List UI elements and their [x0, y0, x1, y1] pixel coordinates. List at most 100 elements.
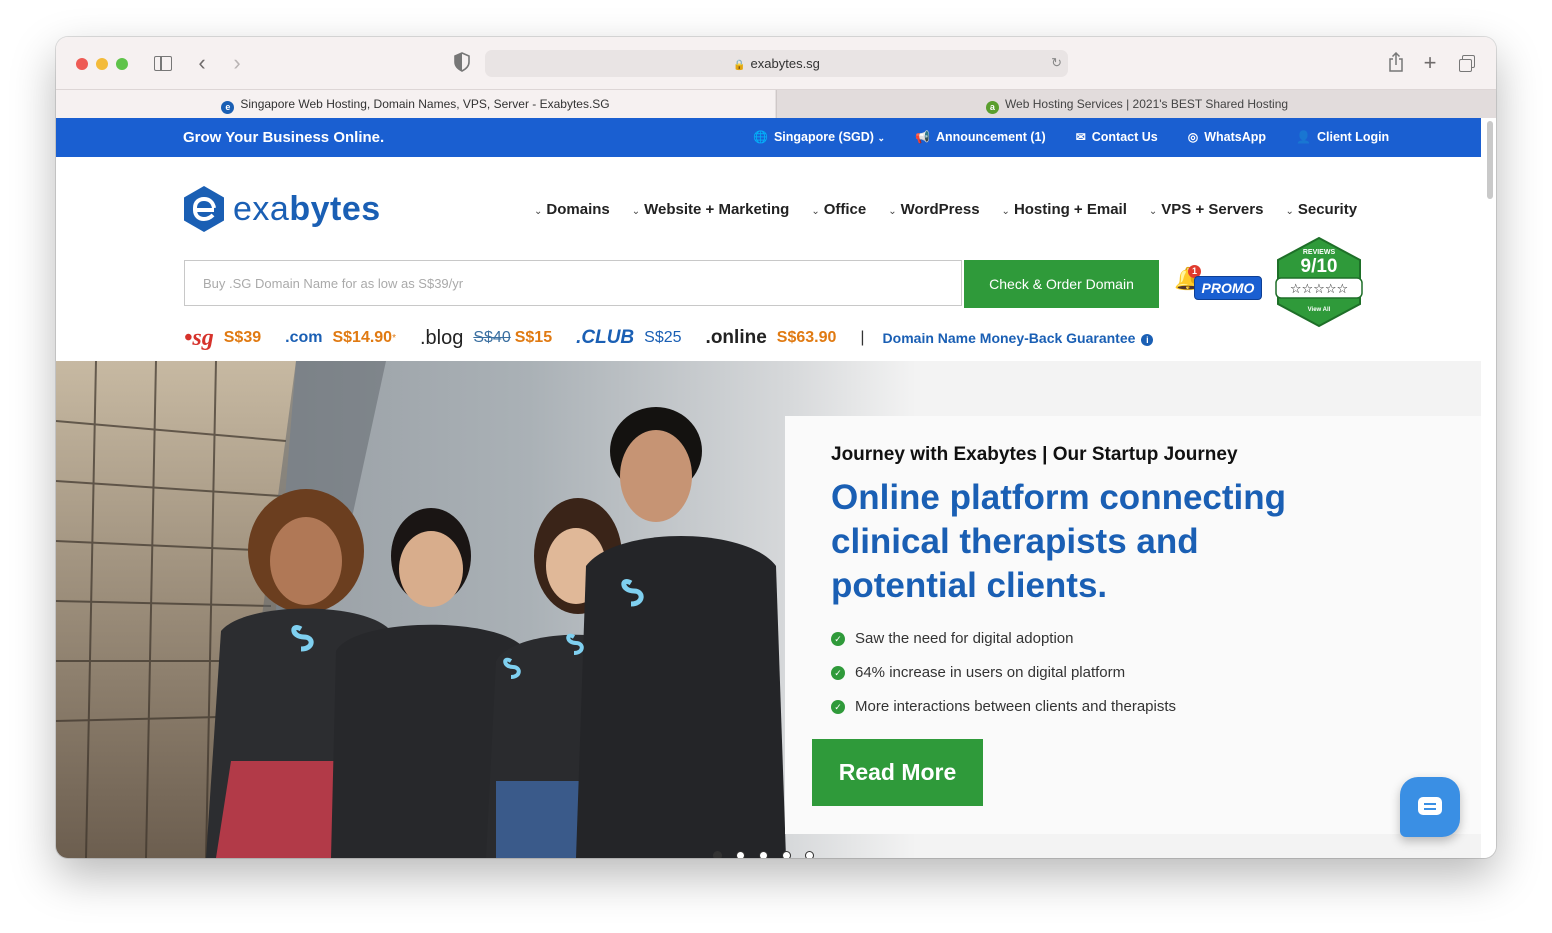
hero-headline: Online platform connecting clinical ther… [831, 478, 1287, 605]
live-chat-button[interactable] [1400, 777, 1460, 837]
logo-text-light: exa [233, 189, 290, 228]
url-text: exabytes.sg [750, 56, 820, 71]
megaphone-icon: 📢 [915, 130, 930, 144]
tld-sg-label: sg [192, 324, 214, 351]
price-online-value: S$63.90 [776, 329, 837, 346]
tab-hosting-services[interactable]: a Web Hosting Services | 2021's BEST Shar… [776, 90, 1496, 119]
nav-label: Domains [546, 201, 610, 218]
address-bar[interactable]: 🔒 exabytes.sg ↻ [485, 50, 1068, 77]
slide-dot-5[interactable] [805, 851, 814, 858]
slide-dot-4[interactable] [782, 851, 791, 858]
reviews-title: REVIEWS [1303, 249, 1336, 256]
minimize-window-button[interactable] [96, 58, 108, 70]
nav-office[interactable]: ⌄ Office [811, 201, 866, 218]
star-rating-icon: ☆☆☆☆☆ [1290, 282, 1348, 297]
sidebar-toggle-icon[interactable] [153, 52, 173, 74]
nav-vps-servers[interactable]: ⌄ VPS + Servers [1149, 201, 1264, 218]
chevron-down-icon: ⌄ [1148, 206, 1158, 217]
nav-label: VPS + Servers [1161, 201, 1264, 218]
logo-text-bold: bytes [289, 189, 381, 228]
envelope-icon: ✉ [1075, 130, 1086, 144]
tab-bar: e Singapore Web Hosting, Domain Names, VP… [56, 89, 1496, 119]
promo-button[interactable]: 🔔 1 PROMO [1174, 265, 1262, 300]
chevron-down-icon: ⌄ [534, 206, 543, 217]
region-label: Singapore (SGD) [773, 130, 874, 144]
whatsapp-label: WhatsApp [1204, 130, 1267, 144]
info-icon: i [1141, 334, 1154, 346]
nav-label: Hosting + Email [1013, 201, 1127, 218]
price-sg-value: S$39 [223, 329, 262, 346]
chat-line [1424, 803, 1436, 805]
forward-arrow-icon[interactable]: › [228, 52, 246, 74]
share-icon[interactable] [1386, 51, 1406, 74]
chevron-down-icon: ⌄ [877, 133, 885, 143]
chevron-down-icon: ⌄ [1001, 206, 1010, 217]
exabytes-favicon-icon: e [221, 101, 235, 114]
nav-hosting-email[interactable]: ⌄ Hosting + Email [1002, 201, 1127, 218]
nav-label: Security [1297, 201, 1358, 218]
hero-kicker: Journey with Exabytes | Our Startup Jour… [831, 444, 1238, 465]
list-item: ✓ Saw the need for digital adoption [831, 628, 1176, 662]
whatsapp-link[interactable]: ◎ WhatsApp [1188, 130, 1266, 144]
reload-icon[interactable]: ↻ [1051, 55, 1062, 71]
check-order-domain-button[interactable]: Check & Order Domain [964, 260, 1159, 308]
price-sg[interactable]: •sg S$39 [184, 325, 261, 352]
price-club-value: S$25 [644, 329, 682, 346]
close-window-button[interactable] [76, 58, 88, 70]
slider-pagination [713, 851, 814, 858]
top-links: 🌐 Singapore (SGD) ⌄ 📢 Announcement (1) ✉ Co… [753, 130, 1389, 144]
money-back-guarantee-link[interactable]: Domain Name Money-Back Guarantee i [883, 330, 1154, 346]
bullet-text: 64% increase in users on digital platfor… [855, 664, 1126, 681]
zoom-window-button[interactable] [116, 58, 128, 70]
reviews-view-all[interactable]: View All [1308, 307, 1331, 313]
price-online[interactable]: .online S$63.90 [706, 327, 837, 349]
back-arrow-icon[interactable]: ‹ [193, 52, 211, 74]
slide-dot-3[interactable] [759, 851, 768, 858]
list-item: ✓ More interactions between clients and t… [831, 696, 1176, 730]
hero-bullet-list: ✓ Saw the need for digital adoption ✓ 64% … [831, 628, 1176, 730]
bullet-text: Saw the need for digital adoption [855, 630, 1074, 647]
browser-toolbar: ‹ › 🔒 exabytes.sg ↻ + [56, 37, 1496, 89]
tld-sg-logo: •sg [184, 324, 214, 351]
domain-prices-row: •sg S$39 .com S$14.90 * .blog S$40 S$15 .… [184, 324, 1154, 352]
tab-exabytes[interactable]: e Singapore Web Hosting, Domain Names, VP… [56, 90, 775, 119]
client-login-link[interactable]: 👤 Client Login [1296, 130, 1389, 144]
browser-window: ‹ › 🔒 exabytes.sg ↻ + e Singapore Web Host… [56, 37, 1496, 858]
read-more-button[interactable]: Read More [812, 739, 983, 806]
tab-overview-icon[interactable] [1458, 52, 1478, 74]
logo-wordmark: exabytes [233, 190, 381, 229]
exabytes-logo[interactable]: exabytes [183, 184, 381, 234]
nav-security[interactable]: ⌄ Security [1285, 201, 1357, 218]
slide-dot-1[interactable] [713, 851, 722, 858]
domain-search-input[interactable] [184, 260, 962, 306]
price-club[interactable]: .CLUB S$25 [576, 327, 681, 349]
slide-dot-2[interactable] [736, 851, 745, 858]
nav-wordpress[interactable]: ⌄ WordPress [888, 201, 979, 218]
user-icon: 👤 [1296, 130, 1311, 144]
hero-slider: Journey with Exabytes | Our Startup Jour… [56, 361, 1481, 858]
check-circle-icon: ✓ [831, 700, 845, 714]
tld-online-logo: .online [705, 327, 767, 348]
tab-title: Web Hosting Services | 2021's BEST Share… [1004, 97, 1289, 111]
privacy-shield-icon[interactable] [452, 52, 472, 74]
page-scrollbar[interactable] [1487, 121, 1493, 199]
top-bar: Grow Your Business Online. 🌐 Singapore (S… [56, 118, 1481, 157]
price-blog[interactable]: .blog S$40 S$15 [420, 327, 552, 350]
price-com[interactable]: .com S$14.90 * [285, 329, 396, 347]
guarantee-label: Domain Name Money-Back Guarantee [882, 330, 1136, 346]
reviews-badge[interactable]: REVIEWS 9/10 ☆☆☆☆☆ View All [1274, 236, 1364, 328]
new-tab-icon[interactable]: + [1420, 52, 1440, 74]
contact-link[interactable]: ✉ Contact Us [1076, 130, 1158, 144]
nav-website-marketing[interactable]: ⌄ Website + Marketing [632, 201, 790, 218]
nav-label: WordPress [900, 201, 980, 218]
announcement-link[interactable]: 📢 Announcement (1) [915, 130, 1046, 144]
hero-card: Journey with Exabytes | Our Startup Jour… [785, 416, 1481, 834]
nav-domains[interactable]: ⌄ Domains [534, 201, 610, 218]
nav-label: Website + Marketing [644, 201, 790, 218]
check-circle-icon: ✓ [831, 666, 845, 680]
region-selector[interactable]: 🌐 Singapore (SGD) ⌄ [753, 130, 885, 144]
tld-blog-logo: .blog [419, 326, 464, 349]
price-blog-value: S$15 [514, 329, 553, 346]
tld-club-logo: .CLUB [576, 327, 635, 348]
contact-label: Contact Us [1091, 130, 1158, 144]
